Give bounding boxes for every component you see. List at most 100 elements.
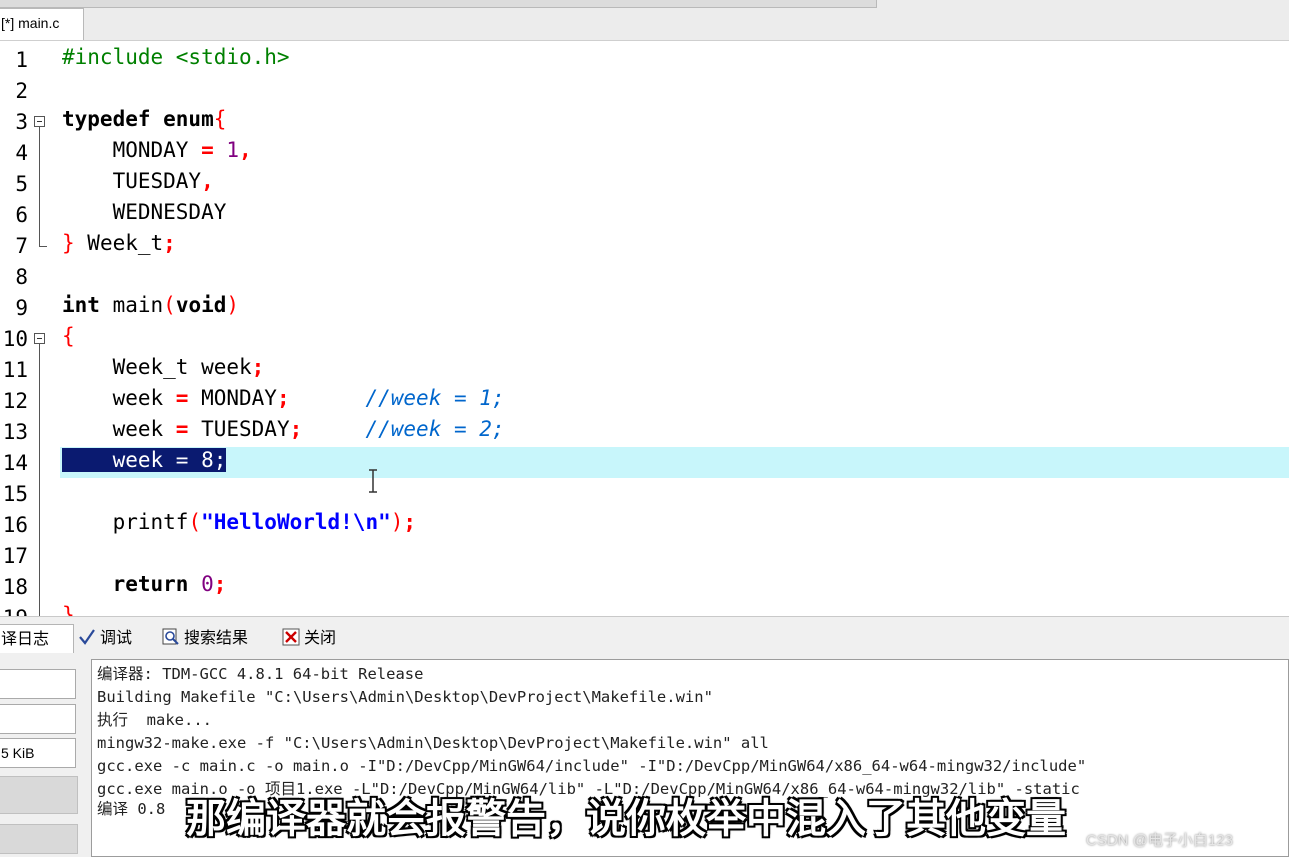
brace: } [62,603,75,617]
paren: ) [390,510,404,534]
semicolon: ; [213,572,227,596]
code-line-6: WEDNESDAY [62,200,227,231]
tab-compile-log[interactable]: 译日志 [0,624,74,653]
paren: ( [188,510,202,534]
line-number: 8 [15,265,28,289]
paren: ( [163,293,176,317]
enum-member: MONDAY [188,386,277,410]
log-line: mingw32-make.exe -f "C:\Users\Admin\Desk… [97,734,769,752]
enum-member: MONDAY [62,138,202,162]
code-line-7: } Week_t; [62,231,176,262]
line-number: 4 [15,141,28,165]
line-number: 11 [2,358,28,382]
keyword: void [175,293,227,317]
code-line-18: return 0; [62,572,227,603]
line-number: 17 [2,544,28,568]
tab-search-results-label: 搜索结果 [184,630,249,647]
comma: , [239,138,252,162]
output-panel-tabs: 译日志 调试 搜索结果 关闭 [0,616,1289,657]
current-line-highlight [60,447,1289,478]
text-cursor-icon [368,469,378,493]
line-number: 16 [2,513,28,537]
code-line-1: #include <stdio.h> [62,45,290,76]
number-literal: 1 [226,138,240,162]
line-number: 6 [15,203,28,227]
line-number: 7 [15,234,28,258]
stat-field [0,669,76,699]
code-line-4: MONDAY = 1, [62,138,252,169]
line-number: 2 [15,79,28,103]
line-number-gutter: 1 2 3 4 5 6 7 8 9 10 11 12 13 14 15 16 1… [0,41,60,617]
tab-main-c[interactable]: [*] main.c [0,8,84,40]
enum-member: TUESDAY [188,417,290,441]
line-number: 9 [15,296,28,320]
enum-member: TUESDAY [62,169,202,193]
comment: //week = 1; [289,386,505,410]
tab-compile-log-label: 译日志 [1,631,50,648]
code-line-19: } [62,603,75,617]
code-line-3: typedef enum{ [62,107,226,138]
line-number: 5 [15,172,28,196]
code-line-5: TUESDAY, [62,169,214,200]
fold-toggle-icon[interactable] [34,116,45,127]
log-line: 执行 make... [97,711,212,729]
line-number: 14 [2,451,28,475]
line-number: 10 [2,327,28,351]
enum-member: WEDNESDAY [62,200,227,224]
editor-tab-bar: [*] main.c [0,0,1289,40]
code-line-9: int main(void) [62,293,239,324]
brace: { [213,107,227,131]
line-number: 3 [15,110,28,134]
line-number: 13 [2,420,28,444]
semicolon: ; [276,386,290,410]
watermark: CSDN @电子小白123 [1086,832,1233,849]
search-icon [162,628,180,646]
code-line-12: week = MONDAY; //week = 1; [62,386,505,417]
tab-search-results[interactable]: 搜索结果 [158,624,252,652]
identifier: week [62,417,176,441]
declaration: Week_t week [62,355,252,379]
code-line-11: Week_t week; [62,355,265,386]
selection-indent [62,448,113,472]
pane-button[interactable] [0,776,78,814]
line-number: 12 [2,389,28,413]
fold-end-marker [39,246,47,247]
output-size-field: 5 KiB [0,738,76,768]
fold-guide [39,344,40,617]
number-literal: 0 [188,572,214,596]
string-literal: "HelloWorld!\n" [201,510,391,534]
type-name: Week_t [74,231,164,255]
operator: = [175,417,189,441]
operator: = [201,138,214,162]
tab-close[interactable]: 关闭 [278,624,340,652]
code-editor[interactable]: 1 2 3 4 5 6 7 8 9 10 11 12 13 14 15 16 1… [0,40,1289,617]
fold-toggle-icon[interactable] [34,333,45,344]
toolbar-strip [0,0,877,8]
tab-debug[interactable]: 调试 [74,624,136,652]
line-number: 15 [2,482,28,506]
stat-field [0,704,76,734]
semicolon: ; [251,355,265,379]
video-subtitle: 那编译器就会报警告，说你枚举中混入了其他变量 [185,795,1067,843]
selected-text[interactable]: week = 8; [112,448,227,472]
brace: { [62,324,75,348]
log-line: 编译器: TDM-GCC 4.8.1 64-bit Release [97,665,424,683]
compile-stats-pane: 5 KiB [0,657,88,857]
keyword: return [62,572,189,596]
paren: ) [226,293,240,317]
operator: = [175,386,189,410]
identifier: week [62,386,176,410]
preprocessor-directive: #include <stdio.h> [62,45,290,69]
semicolon: ; [289,417,303,441]
tab-debug-label: 调试 [100,630,133,647]
pane-button[interactable] [0,824,78,854]
checkmark-icon [78,628,96,646]
code-line-13: week = TUESDAY; //week = 2; [62,417,505,448]
function-name: main [99,293,164,317]
semicolon: ; [163,231,176,255]
code-line-16: printf("HelloWorld!\n"); [62,510,417,541]
code-line-14: week = 8; [62,448,227,479]
log-line: gcc.exe -c main.c -o main.o -I"D:/DevCpp… [97,757,1087,775]
line-number: 18 [2,575,28,599]
keyword: typedef enum [62,107,214,131]
